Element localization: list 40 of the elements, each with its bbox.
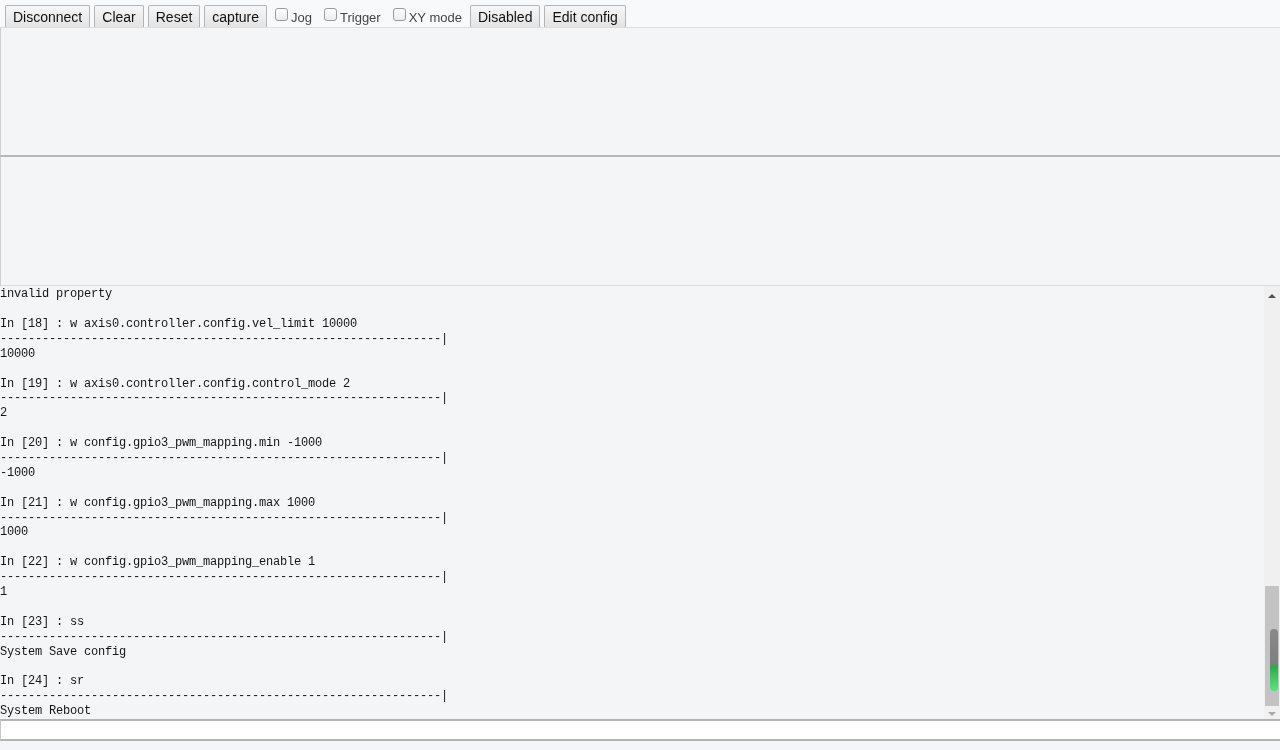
separator-line: ---------------------------------------------------------------| xyxy=(0,391,449,407)
console-output: System Save config xyxy=(0,644,127,660)
toolbar-button[interactable]: Disconnect xyxy=(5,5,91,27)
separator-line: ---------------------------------------------------------------| xyxy=(0,629,449,645)
separator-line: ---------------------------------------------------------------| xyxy=(0,689,449,705)
separator-line: ---------------------------------------------------------------| xyxy=(0,331,449,347)
toolbar-button[interactable]: Clear xyxy=(94,5,144,27)
console-output: System Reboot xyxy=(0,704,91,719)
console-output: 1000 xyxy=(0,525,28,541)
checkbox[interactable] xyxy=(275,7,288,21)
console-command: In [20] : w config.gpio3_pwm_mapping.min -1000 xyxy=(0,436,323,451)
console-command: In [23] : ss xyxy=(0,614,84,630)
separator-line: ---------------------------------------------------------------| xyxy=(0,510,449,526)
console-output: -1000 xyxy=(0,465,35,481)
checkbox-label[interactable]: Jog xyxy=(291,6,312,26)
console-command: In [22] : w config.gpio3_pwm_mapping_enable 1 xyxy=(0,555,316,571)
toolbar-button[interactable]: Edit config xyxy=(544,5,626,27)
separator-line: ---------------------------------------------------------------| xyxy=(0,570,449,585)
scrollbar[interactable] xyxy=(1264,286,1280,719)
console-command: In [19] : w axis0.controller.config.control_mode 2 xyxy=(0,376,351,392)
console-command: In [21] : w config.gpio3_pwm_mapping.max 1000 xyxy=(0,495,316,511)
checkbox[interactable] xyxy=(324,7,337,21)
toolbar-button[interactable]: Disabled xyxy=(469,5,541,27)
toolbar-button[interactable]: capture xyxy=(204,5,267,27)
checkbox-label[interactable]: Trigger xyxy=(340,6,381,26)
console-output: 2 xyxy=(0,406,7,422)
console-output: invalid property xyxy=(0,287,113,303)
console-command: In [24] : sr xyxy=(0,674,84,690)
scroll-down-icon[interactable] xyxy=(1268,712,1276,716)
checkbox[interactable] xyxy=(392,7,406,21)
command-input[interactable] xyxy=(0,719,1280,741)
scroll-up-icon[interactable] xyxy=(1268,294,1276,298)
console-output: 10000 xyxy=(0,346,35,362)
separator-line: ---------------------------------------------------------------| xyxy=(0,450,449,466)
console-command: In [18] : w axis0.controller.config.vel_limit 10000 xyxy=(0,316,358,332)
toolbar-button[interactable]: Reset xyxy=(147,5,201,27)
grip-icon xyxy=(1269,629,1278,691)
checkbox-label[interactable]: XY mode xyxy=(408,6,462,26)
console-output: 1 xyxy=(0,585,7,600)
scrollbar-thumb[interactable] xyxy=(1265,586,1279,706)
